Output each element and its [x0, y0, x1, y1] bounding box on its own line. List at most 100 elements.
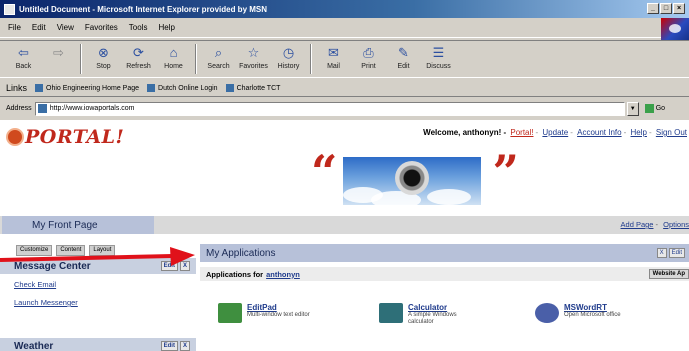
app-name: EditPad	[247, 303, 277, 312]
weather-header: Weather Edit X	[0, 338, 196, 351]
window-title: Untitled Document - Microsoft Internet E…	[19, 4, 268, 14]
menu-file[interactable]: File	[8, 23, 21, 32]
discuss-button[interactable]: ☰ Discuss	[421, 41, 456, 77]
banner-image: “ ”	[311, 145, 523, 209]
annotation-arrow-icon	[0, 247, 195, 266]
history-button[interactable]: ◷ History	[271, 41, 306, 77]
search-icon: ⌕	[214, 45, 223, 60]
forward-button[interactable]: ⇨	[41, 41, 76, 77]
applications-user-link[interactable]: anthonyn	[266, 270, 300, 279]
account-info-link[interactable]: Account Info	[577, 128, 621, 137]
tab-my-front-page[interactable]: My Front Page	[2, 216, 154, 234]
toolbar-button-label: Mail	[327, 63, 340, 70]
add-page-link[interactable]: Add Page	[621, 220, 654, 229]
website-apps-button[interactable]: Website Ap	[648, 269, 689, 279]
calculator-app-icon	[379, 303, 403, 323]
app-calculator[interactable]: Calculator A simple Windows calculator	[379, 303, 478, 326]
favorites-button[interactable]: ☆ Favorites	[236, 41, 271, 77]
title-bar: Untitled Document - Microsoft Internet E…	[0, 0, 689, 18]
toolbar-button-label: Back	[15, 63, 32, 70]
applications-for-label: Applications for	[206, 269, 264, 279]
weather-title: Weather	[14, 340, 54, 351]
page-icon	[37, 104, 47, 113]
minimize-button[interactable]: _	[647, 3, 659, 14]
edit-icon: ✎	[398, 45, 409, 60]
update-link[interactable]: Update	[542, 128, 568, 137]
app-mswordrt[interactable]: MSWordRT Open Microsoft office	[535, 303, 634, 323]
address-dropdown-button[interactable]: ▼	[626, 101, 639, 116]
menu-bar: File Edit View Favorites Tools Help	[0, 18, 689, 38]
my-applications-close-button[interactable]: X	[656, 248, 667, 258]
close-button[interactable]: ×	[673, 3, 685, 14]
weather-close-button[interactable]: X	[179, 341, 190, 351]
portal-logo[interactable]: PORTAL!	[6, 126, 124, 148]
page-icon	[35, 84, 44, 92]
menu-view[interactable]: View	[57, 23, 74, 32]
sign-out-link[interactable]: Sign Out	[656, 128, 687, 137]
history-icon: ◷	[282, 45, 295, 60]
app-description: A simple Windows calculator	[408, 312, 457, 325]
link-dutch-online[interactable]: Dutch Online Login	[147, 84, 218, 92]
menu-edit[interactable]: Edit	[32, 23, 46, 32]
jet-engine-icon	[395, 161, 429, 195]
my-applications-title: My Applications	[206, 247, 276, 259]
mail-icon: ✉	[328, 45, 339, 60]
go-button[interactable]: Go	[644, 104, 665, 113]
app-description: Multi-window text editor	[247, 312, 310, 318]
app-editpad[interactable]: EditPad Multi-window text editor	[218, 303, 317, 323]
portal-home-link[interactable]: Portal!	[510, 128, 533, 137]
back-button[interactable]: ⇦ Back	[6, 41, 41, 77]
address-value: http://www.iowaportals.com	[49, 105, 135, 112]
weather-controls: Edit X	[160, 341, 190, 351]
app-description: Open Microsoft office	[564, 312, 621, 318]
edit-button[interactable]: ✎ Edit	[386, 41, 421, 77]
search-button[interactable]: ⌕ Search	[201, 41, 236, 77]
close-quote-mark: ”	[492, 145, 519, 199]
links-bar: Links Ohio Engineering Home Page Dutch O…	[0, 80, 689, 97]
back-arrow-icon: ⇦	[18, 45, 29, 60]
weather-edit-button[interactable]: Edit	[160, 341, 178, 351]
favorites-icon: ☆	[247, 45, 260, 60]
link-ohio-engineering[interactable]: Ohio Engineering Home Page	[35, 84, 139, 92]
toolbar-button-label: Stop	[96, 63, 111, 70]
launch-messenger-link[interactable]: Launch Messenger	[14, 298, 78, 307]
home-button[interactable]: ⌂ Home	[156, 41, 191, 77]
home-icon: ⌂	[169, 45, 178, 60]
toolbar-button-label: Home	[164, 63, 183, 70]
menu-favorites[interactable]: Favorites	[85, 23, 118, 32]
app-name: Calculator	[408, 303, 448, 312]
page-tab-bar: My Front Page Add Page - Options	[0, 216, 689, 234]
maximize-button[interactable]: □	[660, 3, 672, 14]
welcome-text: Welcome, anthonyn! -	[423, 128, 507, 137]
my-applications-edit-button[interactable]: Edit	[668, 248, 685, 258]
toolbar-button-label: Search	[207, 63, 230, 70]
print-button[interactable]: ⎙ Print	[351, 41, 386, 77]
refresh-button[interactable]: ⟳ Refresh	[121, 41, 156, 77]
address-input[interactable]: http://www.iowaportals.com	[34, 101, 625, 116]
check-email-link[interactable]: Check Email	[14, 280, 56, 289]
windows-logo-icon	[661, 18, 689, 40]
mail-button[interactable]: ✉ Mail	[316, 41, 351, 77]
editpad-app-icon	[218, 303, 242, 323]
options-link[interactable]: Options	[663, 220, 689, 229]
standard-toolbar: ⇦ Back ⇨ ⊗ Stop ⟳ Refresh ⌂ Home ⌕ Search ☆ Favorite…	[0, 40, 689, 78]
toolbar-button-label: Refresh	[126, 63, 151, 70]
address-bar: Address http://www.iowaportals.com ▼ Go	[0, 99, 689, 118]
go-arrow-icon	[644, 104, 654, 113]
menu-tools[interactable]: Tools	[129, 23, 148, 32]
link-charlotte[interactable]: Charlotte TCT	[225, 84, 280, 92]
applications-subheader: Applications for anthonyn Website Ap	[200, 267, 689, 281]
menu-help[interactable]: Help	[158, 23, 174, 32]
my-applications-header: My Applications X Edit	[200, 244, 689, 262]
discuss-icon: ☰	[432, 45, 445, 60]
window-controls: _ □ ×	[647, 3, 685, 14]
toolbar-separator	[80, 44, 82, 74]
toolbar-button-label: Edit	[397, 63, 410, 70]
ie-icon	[4, 3, 15, 15]
toolbar-button-label: Favorites	[239, 63, 268, 70]
sky-photo	[343, 157, 481, 205]
stop-button[interactable]: ⊗ Stop	[86, 41, 121, 77]
help-link[interactable]: Help	[631, 128, 647, 137]
refresh-icon: ⟳	[133, 45, 144, 60]
top-navigation: Welcome, anthonyn! - Portal! - Update - Ac…	[423, 128, 687, 137]
